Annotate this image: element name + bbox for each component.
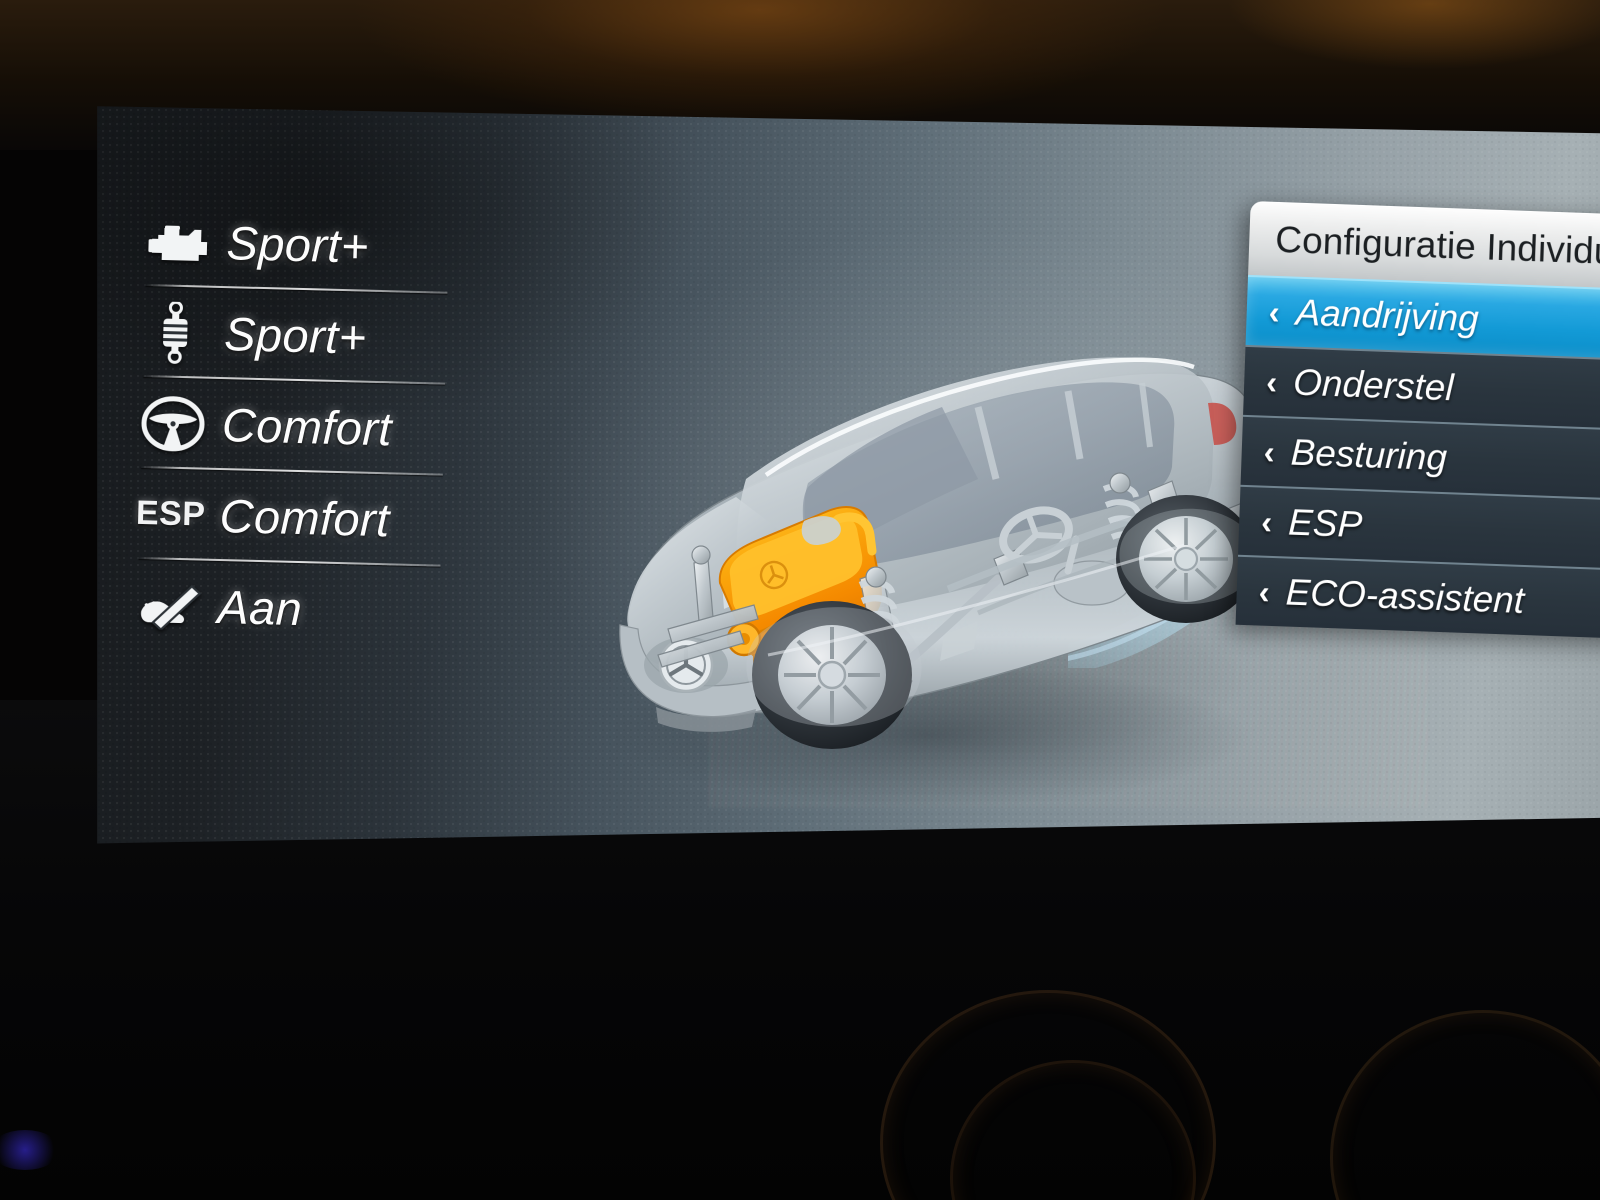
chevron-left-icon: ‹ (1260, 503, 1273, 541)
engine-icon (142, 209, 214, 273)
menu-item-label: Onderstel (1292, 361, 1455, 409)
chevron-left-icon: ‹ (1258, 573, 1271, 611)
esp-text-icon: ESP (135, 493, 206, 534)
eco-foot-off-icon (133, 573, 205, 637)
chevron-left-icon: ‹ (1268, 293, 1281, 331)
air-vent-reflection (880, 990, 1216, 1200)
setting-value-esp: Comfort (219, 489, 391, 547)
dashboard-photo: Sport+ Sport+ Comfort ESP Comfort Aan Co… (0, 0, 1600, 1200)
setting-value-eco-assistant: Aan (216, 579, 303, 636)
infotainment-display: Sport+ Sport+ Comfort ESP Comfort Aan Co… (97, 106, 1600, 844)
setting-row-suspension[interactable]: Sport+ (97, 284, 473, 386)
menu-item-label: ESP (1287, 501, 1363, 546)
setting-row-esp[interactable]: ESP Comfort (97, 466, 469, 568)
display-canvas: Sport+ Sport+ Comfort ESP Comfort Aan Co… (97, 106, 1600, 844)
setting-value-steering: Comfort (221, 398, 393, 456)
air-vent-reflection (1330, 1010, 1600, 1200)
air-vent-reflection (950, 1060, 1196, 1200)
setting-value-suspension: Sport+ (223, 307, 368, 364)
menu-item-label: Aandrijving (1295, 291, 1480, 340)
setting-row-eco-assistant[interactable]: Aan (97, 557, 466, 659)
drive-settings-list: Sport+ Sport+ Comfort ESP Comfort Aan (97, 193, 476, 659)
menu-item-label: Besturing (1290, 431, 1448, 479)
damper-icon (140, 300, 212, 364)
blue-light-reflection (0, 1130, 60, 1170)
setting-row-engine[interactable]: Sport+ (97, 193, 476, 295)
configuration-menu: Configuratie Individual ‹ Aandrijving ‹ … (1235, 200, 1600, 640)
menu-item-label: ECO-assistent (1285, 571, 1525, 622)
menu-item-eco-assistent[interactable]: ‹ ECO-assistent (1235, 554, 1600, 640)
setting-row-steering[interactable]: Comfort (97, 375, 471, 477)
steering-wheel-icon (137, 391, 209, 455)
vehicle-illustration (608, 357, 1288, 807)
chevron-left-icon: ‹ (1265, 363, 1278, 401)
menu-title: Configuratie Individual (1274, 218, 1600, 273)
setting-value-engine: Sport+ (225, 216, 370, 273)
chevron-left-icon: ‹ (1263, 433, 1276, 471)
